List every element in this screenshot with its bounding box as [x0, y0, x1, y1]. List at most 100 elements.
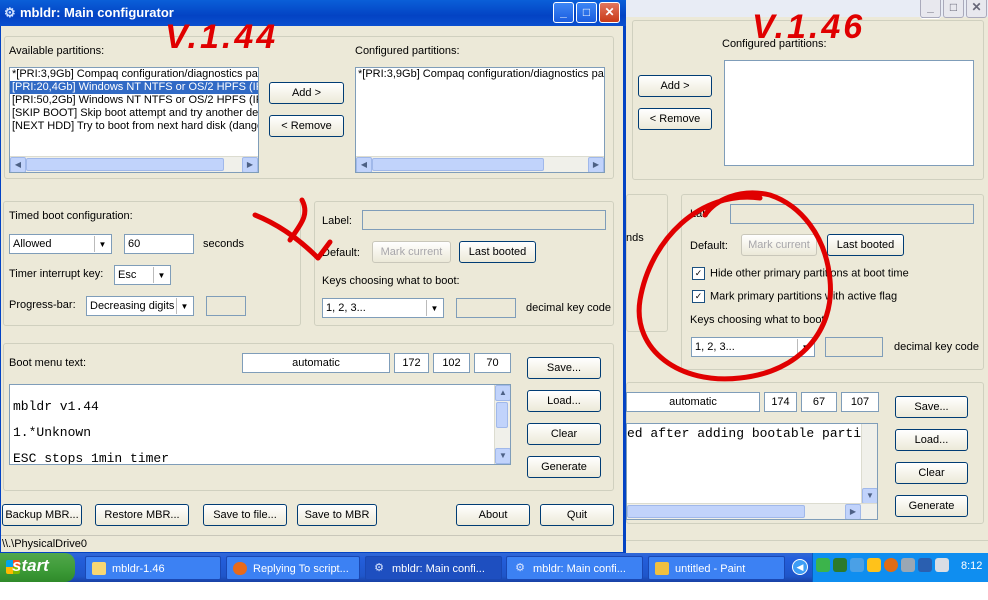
configured-list[interactable]: *[PRI:3,9Gb] Compaq configuration/diagno… — [355, 67, 605, 173]
hscroll-thumb[interactable] — [372, 158, 544, 171]
minimize-button[interactable]: _ — [553, 2, 574, 23]
tray-icon[interactable] — [833, 558, 847, 572]
back-rgb-g[interactable]: 67 — [801, 392, 837, 412]
checkbox-checked-icon: ✓ — [692, 290, 705, 303]
back-mark-current-button[interactable]: Mark current — [741, 234, 817, 256]
timer-key-value: Esc — [118, 269, 137, 281]
start-button[interactable]: start — [0, 553, 75, 582]
add-button[interactable]: Add > — [269, 82, 344, 104]
hscroll-thumb[interactable] — [627, 505, 805, 518]
back-menu-hscroll[interactable]: ▶ — [627, 503, 877, 519]
save-to-file-button[interactable]: Save to file... — [203, 504, 287, 526]
scroll-right-icon: ▶ — [242, 157, 258, 172]
list-item[interactable]: [PRI:50,2Gb] Windows NT NTFS or OS/2 HPF… — [10, 94, 258, 107]
label-field[interactable] — [362, 210, 606, 230]
taskbar-item[interactable]: untitled - Paint — [648, 556, 785, 580]
list-item[interactable]: *[PRI:3,9Gb] Compaq configuration/diagno… — [356, 68, 604, 81]
back-minimize-button[interactable]: _ — [920, 0, 941, 18]
about-button[interactable]: About — [456, 504, 530, 526]
taskbar-item[interactable]: ⚙ mbldr: Main confi... — [506, 556, 643, 580]
back-menu-textarea[interactable]: ed after adding bootable parti ▼ ▶ — [626, 423, 878, 520]
decimal-field[interactable] — [456, 298, 516, 318]
menu-vscroll[interactable]: ▲ ▼ — [494, 385, 510, 464]
tray-icon[interactable] — [901, 558, 915, 572]
tray-icon[interactable] — [935, 558, 949, 572]
mark-current-button[interactable]: Mark current — [372, 241, 451, 263]
keys-label: Keys choosing what to boot: — [322, 275, 460, 287]
back-mark-active-checkbox[interactable]: ✓ Mark primary partitions with active fla… — [692, 290, 897, 303]
status-text: \\.\PhysicalDrive0 — [2, 538, 87, 550]
taskbar-item[interactable]: Replying To script... — [226, 556, 360, 580]
progress-combo[interactable]: Decreasing digits ▼ — [86, 296, 194, 316]
maximize-button[interactable]: □ — [576, 2, 597, 23]
tray-icon[interactable] — [867, 558, 881, 572]
tray-collapse-icon[interactable]: ◀ — [792, 559, 808, 575]
timed-mode-combo[interactable]: Allowed ▼ — [9, 234, 112, 254]
quit-button[interactable]: Quit — [540, 504, 614, 526]
menu-line: mbldr v1.44 — [13, 399, 99, 414]
back-label-field[interactable] — [730, 204, 974, 224]
save-to-mbr-button[interactable]: Save to MBR — [297, 504, 377, 526]
save-button[interactable]: Save... — [527, 357, 601, 379]
progress-extra-field[interactable] — [206, 296, 246, 316]
back-add-button[interactable]: Add > — [638, 75, 712, 97]
tray-icon[interactable] — [850, 558, 864, 572]
back-configured-list[interactable] — [724, 60, 974, 166]
taskbar-item[interactable]: ⚙ mbldr: Main confi... — [365, 556, 502, 580]
available-list[interactable]: *[PRI:3,9Gb] Compaq configuration/diagno… — [9, 67, 259, 173]
back-last-booted-button[interactable]: Last booted — [827, 234, 904, 256]
list-item[interactable]: [PRI:20,4Gb] Windows NT NTFS or OS/2 HPF… — [10, 81, 258, 94]
rgb-b-field[interactable]: 70 — [474, 353, 511, 373]
tray-icon[interactable] — [884, 558, 898, 572]
back-close-button[interactable]: ✕ — [966, 0, 987, 18]
last-booted-button[interactable]: Last booted — [459, 241, 536, 263]
tray-icon[interactable] — [816, 558, 830, 572]
taskbar-item[interactable]: mbldr-1.46 — [85, 556, 221, 580]
back-load-button[interactable]: Load... — [895, 429, 968, 451]
back-keys-combo[interactable]: 1, 2, 3... ▼ — [691, 337, 815, 357]
back-remove-button[interactable]: < Remove — [638, 108, 712, 130]
scroll-left-icon: ◀ — [356, 157, 372, 172]
load-button[interactable]: Load... — [527, 390, 601, 412]
configured-hscroll[interactable]: ◀ ▶ — [356, 156, 604, 172]
restore-mbr-button[interactable]: Restore MBR... — [95, 504, 189, 526]
desktop-strip — [0, 582, 988, 600]
chevron-down-icon: ▼ — [153, 267, 169, 283]
rgb-g-field[interactable]: 102 — [433, 353, 470, 373]
rgb-r-field[interactable]: 172 — [394, 353, 429, 373]
keys-combo[interactable]: 1, 2, 3... ▼ — [322, 298, 444, 318]
remove-button[interactable]: < Remove — [269, 115, 344, 137]
back-save-button[interactable]: Save... — [895, 396, 968, 418]
hscroll-thumb[interactable] — [26, 158, 224, 171]
back-menu-vscroll[interactable]: ▼ — [861, 424, 877, 504]
back-menu-mode[interactable]: automatic — [626, 392, 760, 412]
menu-text-label: Boot menu text: — [9, 357, 87, 369]
back-rgb-b[interactable]: 107 — [841, 392, 879, 412]
back-rgb-r[interactable]: 174 — [764, 392, 797, 412]
back-clear-button[interactable]: Clear — [895, 462, 968, 484]
timed-seconds-field[interactable]: 60 — [124, 234, 194, 254]
scroll-left-icon: ◀ — [10, 157, 26, 172]
list-item[interactable]: [SKIP BOOT] Skip boot attempt and try an… — [10, 107, 258, 120]
menu-textarea[interactable]: mbldr v1.44 1.*Unknown ESC stops 1min ti… — [9, 384, 511, 465]
close-button[interactable]: ✕ — [599, 2, 620, 23]
menu-mode-field[interactable]: automatic — [242, 353, 390, 373]
generate-button[interactable]: Generate — [527, 456, 601, 478]
mbldr-icon: ⚙ — [4, 5, 16, 20]
back-decimal-field[interactable] — [825, 337, 883, 357]
taskbar-item-label: untitled - Paint — [675, 563, 746, 575]
chevron-down-icon: ▼ — [94, 236, 110, 252]
clear-button[interactable]: Clear — [527, 423, 601, 445]
available-hscroll[interactable]: ◀ ▶ — [10, 156, 258, 172]
back-generate-button[interactable]: Generate — [895, 495, 968, 517]
clock[interactable]: 8:12 — [961, 560, 982, 572]
tray-icon[interactable] — [918, 558, 932, 572]
list-item[interactable]: *[PRI:3,9Gb] Compaq configuration/diagno… — [10, 68, 258, 81]
back-maximize-button[interactable]: □ — [943, 0, 964, 18]
vscroll-thumb[interactable] — [496, 402, 508, 428]
back-bottom-strip — [622, 540, 988, 554]
timer-key-combo[interactable]: Esc ▼ — [114, 265, 171, 285]
back-hide-other-checkbox[interactable]: ✓ Hide other primary partitions at boot t… — [692, 267, 909, 280]
list-item[interactable]: [NEXT HDD] Try to boot from next hard di… — [10, 120, 258, 133]
backup-mbr-button[interactable]: Backup MBR... — [2, 504, 82, 526]
